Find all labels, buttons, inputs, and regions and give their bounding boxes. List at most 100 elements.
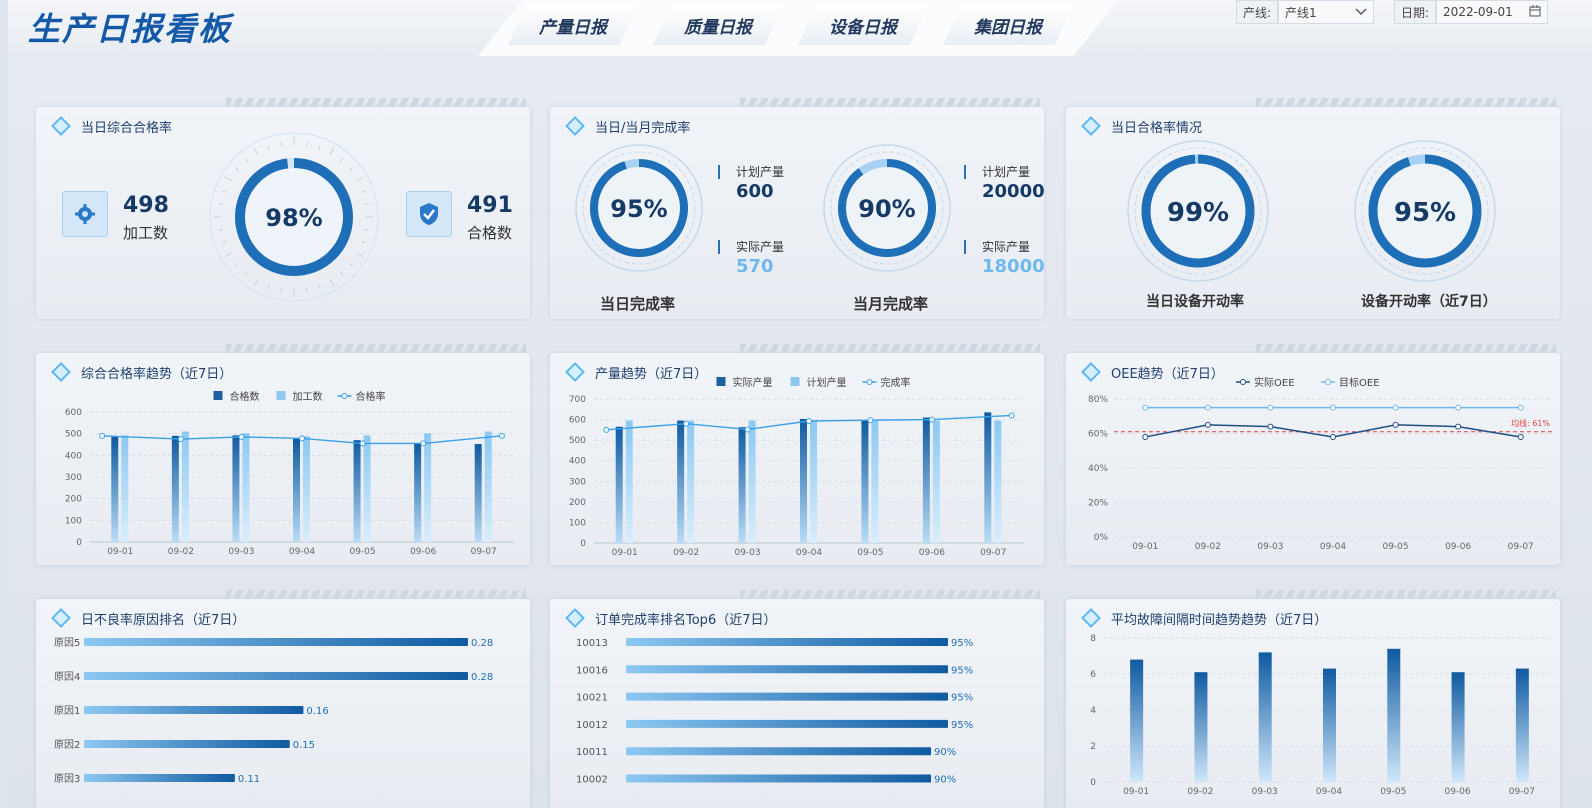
x-tick-label: 09-02 (673, 548, 699, 558)
bar-primary (984, 412, 992, 543)
tab-quality[interactable]: 质量日报 (653, 5, 783, 45)
bar-secondary (424, 433, 432, 542)
daily-rate-value: 95% (610, 195, 667, 223)
daily-completion-caption: 当日完成率 (600, 295, 676, 313)
oee-trend-chart: 0% 20% 40% 60% 80% 09-01 09-02 09-03 09-04 09-05 0… (1088, 376, 1552, 552)
gauge-tick (339, 158, 344, 163)
gauge-tick (219, 203, 224, 205)
y-tick-label: 600 (65, 408, 82, 418)
y-tick-label: 400 (65, 451, 82, 461)
value-label: 0.11 (238, 774, 260, 785)
gauge-tick (219, 229, 224, 231)
bar (626, 747, 932, 756)
gauge-tick (267, 284, 270, 289)
category-label: 原因5 (54, 637, 80, 649)
tab-equipment[interactable]: 设备日报 (798, 5, 928, 45)
value-label: 90% (934, 747, 956, 758)
category-label: 原因4 (54, 671, 80, 683)
page-title: 生产日报看板 (28, 10, 233, 48)
bar-secondary (687, 420, 695, 543)
bar (84, 740, 290, 748)
line-point (1008, 412, 1015, 419)
legend-label: 目标OEE (1339, 377, 1380, 389)
mtbf-trend-chart: 0 2 4 6 8 09-01 09-02 09-03 09-04 09-05 09-06 09-07 (1090, 634, 1554, 797)
line-point (867, 417, 874, 424)
line-point (744, 426, 751, 433)
category-label: 10016 (576, 665, 608, 676)
bar (84, 672, 468, 680)
line-point (177, 436, 184, 443)
y-tick-label: 300 (569, 477, 586, 487)
diamond-icon (1081, 116, 1101, 136)
line-point (1392, 404, 1399, 411)
y-tick-label: 500 (65, 430, 82, 440)
panel-output-trend: 产量趋势（近7日） 0 100 200 300 400 500 600 700 09-01 09-… (550, 344, 1044, 565)
line-point (1455, 423, 1462, 430)
date-value: 2022-09-01 (1443, 5, 1513, 19)
bar (626, 638, 948, 646)
legend-swatch (716, 377, 726, 386)
tab-group[interactable]: 集团日报 (943, 5, 1073, 45)
bar-primary (232, 435, 240, 542)
bar-secondary (994, 420, 1002, 543)
bar-secondary (121, 435, 129, 542)
x-tick-label: 09-07 (471, 547, 497, 557)
line-select[interactable]: 产线1 (1278, 0, 1375, 24)
gauge-tick (318, 284, 321, 289)
line-point (1330, 404, 1336, 411)
gauge-tick (364, 229, 369, 231)
legend-label: 合格率 (356, 390, 386, 403)
daily-equipment-caption: 当日设备开动率 (1146, 294, 1244, 310)
panel-daily-pass-rate: 当日综合合格率 498 加工数 98% 491 合格数 (36, 98, 530, 319)
line-point (603, 426, 610, 433)
legend-swatch (790, 377, 800, 386)
gauge-tick (280, 287, 282, 292)
gauge-tick (348, 262, 353, 267)
bar (1130, 659, 1144, 782)
line-point (806, 418, 812, 425)
y-tick-label: 8 (1090, 634, 1096, 644)
tab-production[interactable]: 产量日报 (508, 5, 638, 45)
gauge-tick (244, 158, 249, 163)
y-tick-label: 60% (1088, 430, 1108, 440)
process-label: 加工数 (123, 224, 169, 242)
legend-label: 实际OEE (1254, 376, 1295, 389)
y-tick-label: 300 (65, 473, 82, 483)
y-tick-label: 6 (1090, 670, 1096, 680)
bar (1387, 648, 1401, 782)
x-tick-label: 09-07 (1508, 542, 1534, 552)
bar (84, 638, 468, 646)
pass-count: 491 (467, 193, 513, 218)
x-tick-label: 09-05 (1382, 542, 1408, 552)
line-point (1455, 404, 1462, 411)
line-point (1142, 404, 1149, 411)
x-tick-label: 09-03 (1257, 542, 1283, 552)
diamond-icon (565, 116, 585, 136)
panel-mtbf-trend: 平均故障间隔时间趋势趋势（近7日） 0 2 4 6 8 09-01 09-02 09-03 09… (1066, 590, 1560, 808)
bar (1323, 668, 1336, 782)
value-label: 0.16 (306, 706, 328, 717)
y-tick-label: 40% (1088, 464, 1108, 474)
gauge-tick (356, 252, 364, 258)
y-tick-label: 600 (569, 416, 586, 426)
process-count: 498 (123, 193, 169, 218)
bar-secondary (181, 431, 189, 542)
line-point (1517, 404, 1524, 411)
gauge-tick (253, 147, 259, 155)
x-tick-label: 09-06 (410, 547, 436, 557)
line-point (1204, 404, 1211, 411)
line-point (1392, 421, 1399, 428)
line-point (238, 433, 245, 440)
gear-icon (62, 191, 108, 237)
category-label: 原因2 (54, 739, 80, 751)
bar (1515, 668, 1529, 782)
x-tick-label: 09-01 (1132, 542, 1158, 552)
bar-secondary (363, 435, 371, 542)
line-point (99, 432, 106, 439)
category-label: 10021 (576, 693, 608, 704)
date-input[interactable]: 2022-09-01 (1436, 0, 1549, 24)
value-label: 95% (951, 665, 973, 676)
bar (84, 774, 235, 782)
y-tick-label: 4 (1090, 706, 1096, 716)
date-filter: 日期: 2022-09-01 (1394, 0, 1549, 24)
